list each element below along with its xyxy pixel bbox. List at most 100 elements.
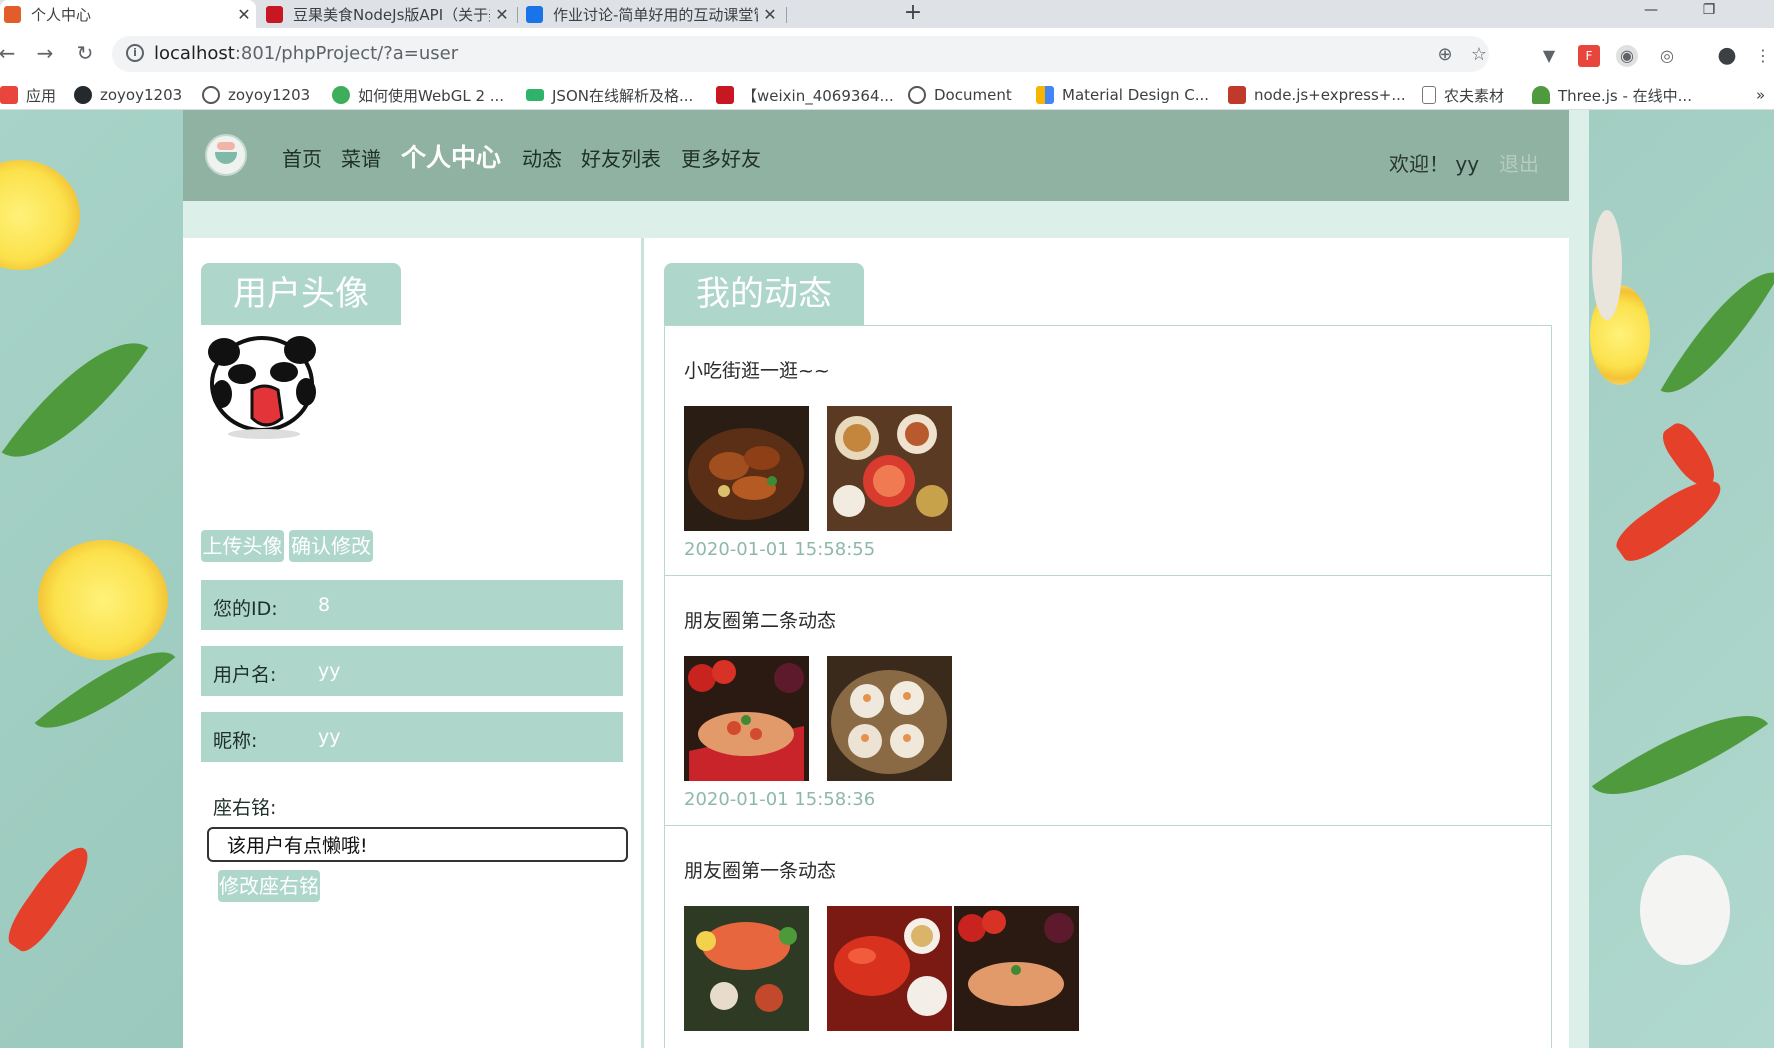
bookmark-csdn[interactable]: 【weixin_4069364...	[716, 85, 894, 105]
url-text[interactable]: localhost:801/phpProject/?a=user	[154, 43, 458, 64]
extension-icon[interactable]: ◉	[1616, 45, 1638, 67]
tab-title: 作业讨论-简单好用的互动课堂管	[553, 5, 758, 24]
confirm-avatar-button[interactable]: 确认修改	[289, 530, 373, 562]
post-text: 朋友圈第二条动态	[684, 610, 837, 632]
field-label: 昵称:	[213, 730, 258, 752]
bookmark-star-icon[interactable]: ☆	[1468, 44, 1490, 66]
crayfish-image[interactable]	[827, 906, 952, 1031]
nickname-field: 昵称: yy	[201, 712, 623, 762]
garlic-decoration	[1640, 855, 1730, 965]
nav-moments[interactable]: 动态	[522, 143, 562, 172]
bookmark-label: 农夫素材	[1444, 86, 1505, 105]
field-label: 用户名:	[213, 664, 277, 686]
motto-label: 座右铭:	[213, 797, 277, 819]
bookmark-nongfu[interactable]: 农夫素材	[1422, 85, 1504, 105]
tab-favicon-icon	[266, 5, 283, 23]
bookmark-github[interactable]: zoyoy1203	[74, 85, 182, 105]
tab-separator	[786, 7, 787, 23]
bookmark-label: Three.js - 在线中...	[1558, 86, 1692, 105]
field-label: 您的ID:	[213, 598, 278, 620]
bookmark-label: JSON在线解析及格...	[552, 86, 694, 105]
nav-more-friends[interactable]: 更多好友	[681, 143, 761, 172]
moments-section-title: 我的动态	[664, 263, 864, 325]
tab-close-icon[interactable]: ✕	[232, 5, 256, 24]
avatar-section-title: 用户头像	[201, 263, 401, 325]
bookmark-threejs[interactable]: Three.js - 在线中...	[1532, 85, 1692, 105]
bookmark-document[interactable]: Document	[908, 85, 1012, 105]
restore-button[interactable]: ❐	[1686, 0, 1732, 28]
site-info-icon[interactable]: i	[126, 44, 144, 62]
username-field: 用户名: yy	[201, 646, 623, 696]
leaf-decoration	[1660, 251, 1774, 414]
tomato-pizza-image[interactable]	[954, 906, 1079, 1031]
motto-input[interactable]	[207, 827, 628, 862]
url-host: localhost	[154, 43, 235, 64]
moment-post: 小吃街逛一逛~~ 2020-01-01 15:58:55	[664, 325, 1552, 583]
bookmark-label: zoyoy1203	[228, 86, 311, 104]
user-id-field: 您的ID: 8	[201, 580, 623, 630]
tree-icon	[1532, 86, 1550, 104]
leaf-decoration	[1, 313, 149, 487]
nav-personal-center[interactable]: 个人中心	[401, 138, 501, 174]
b-icon	[1228, 86, 1246, 104]
browser-toolbar: ← → ↻ i localhost:801/phpProject/?a=user…	[0, 28, 1774, 80]
tomato-pizza-image[interactable]	[684, 656, 809, 781]
forward-button[interactable]: →	[30, 38, 60, 68]
hotpot-table-image[interactable]	[827, 406, 952, 531]
lemon-slice-decoration	[0, 160, 80, 270]
reload-button[interactable]: ↻	[70, 38, 100, 68]
bookmark-json[interactable]: JSON在线解析及格...	[526, 85, 693, 105]
braised-chicken-image[interactable]	[684, 406, 809, 531]
translate-icon[interactable]: ⊕	[1434, 44, 1456, 66]
moment-post: 朋友圈第二条动态 2020-01-01 15:58:36	[664, 575, 1552, 833]
tab-title: 个人中心	[31, 5, 92, 24]
bookmarks-overflow-icon[interactable]: »	[1756, 85, 1765, 105]
tab-close-icon[interactable]: ✕	[758, 5, 782, 24]
back-button[interactable]: ←	[0, 38, 22, 68]
page-viewport: 首页 菜谱 个人中心 动态 好友列表 更多好友 欢迎！ yy 退出 用户头像 上…	[0, 110, 1774, 1048]
tab-separator	[517, 7, 518, 23]
nav-friend-list[interactable]: 好友列表	[581, 143, 661, 172]
nav-recipes[interactable]: 菜谱	[341, 143, 381, 172]
leaf-decoration	[1591, 682, 1769, 828]
bookmark-label: 应用	[26, 86, 57, 105]
tab-favicon-icon	[4, 5, 21, 23]
address-bar[interactable]: i localhost:801/phpProject/?a=user ⊕ ☆	[112, 36, 1489, 72]
chili-pepper-decoration	[1609, 469, 1731, 569]
bookmark-node[interactable]: node.js+express+...	[1228, 85, 1406, 105]
profile-icon[interactable]: ●	[1716, 45, 1738, 67]
json-icon	[526, 89, 544, 101]
logout-link[interactable]: 退出	[1499, 148, 1539, 177]
site-navbar: 首页 菜谱 个人中心 动态 好友列表 更多好友 欢迎！ yy 退出	[183, 110, 1569, 201]
edit-motto-button[interactable]: 修改座右铭	[218, 870, 320, 902]
tab-favicon-icon	[526, 5, 543, 23]
bookmark-zoyoy[interactable]: zoyoy1203	[202, 85, 310, 105]
bookmarks-bar: 应用 zoyoy1203 zoyoy1203 如何使用WebGL 2 ... J…	[0, 80, 1774, 110]
site-logo-icon[interactable]	[205, 134, 247, 176]
nav-home[interactable]: 首页	[282, 143, 322, 172]
bookmark-apps[interactable]: 应用	[0, 85, 56, 105]
browser-menu-icon[interactable]: ⋮	[1752, 45, 1774, 67]
shumai-image[interactable]	[827, 656, 952, 781]
field-value: yy	[318, 726, 341, 748]
tab-title: 豆果美食NodeJs版API（关于美	[293, 5, 490, 24]
csdn-icon	[716, 86, 734, 104]
tab-douguo-api[interactable]: 豆果美食NodeJs版API（关于美 ✕	[262, 0, 514, 28]
bookmark-label: zoyoy1203	[100, 86, 183, 104]
upload-avatar-button[interactable]: 上传头像	[201, 530, 284, 562]
fe-helper-icon[interactable]: F	[1578, 45, 1600, 67]
extension-icon[interactable]: ◎	[1656, 45, 1678, 67]
salmon-platter-image[interactable]	[684, 906, 809, 1031]
panda-avatar-image	[208, 336, 316, 439]
bookmark-webgl[interactable]: 如何使用WebGL 2 ...	[332, 85, 504, 105]
post-timestamp: 2020-01-01 15:58:36	[684, 789, 876, 810]
minimize-button[interactable]: —	[1628, 0, 1674, 28]
tab-close-icon[interactable]: ✕	[490, 5, 514, 24]
new-tab-button[interactable]: +	[900, 0, 926, 28]
bookmark-material[interactable]: Material Design C...	[1036, 85, 1209, 105]
post-timestamp: 2020-01-01 15:58:55	[684, 539, 876, 560]
page-icon	[1422, 86, 1436, 104]
tab-personal-center[interactable]: 个人中心 ✕	[0, 0, 256, 28]
tab-homework-discussion[interactable]: 作业讨论-简单好用的互动课堂管 ✕	[522, 0, 782, 28]
vue-devtools-icon[interactable]: ▼	[1538, 45, 1560, 67]
